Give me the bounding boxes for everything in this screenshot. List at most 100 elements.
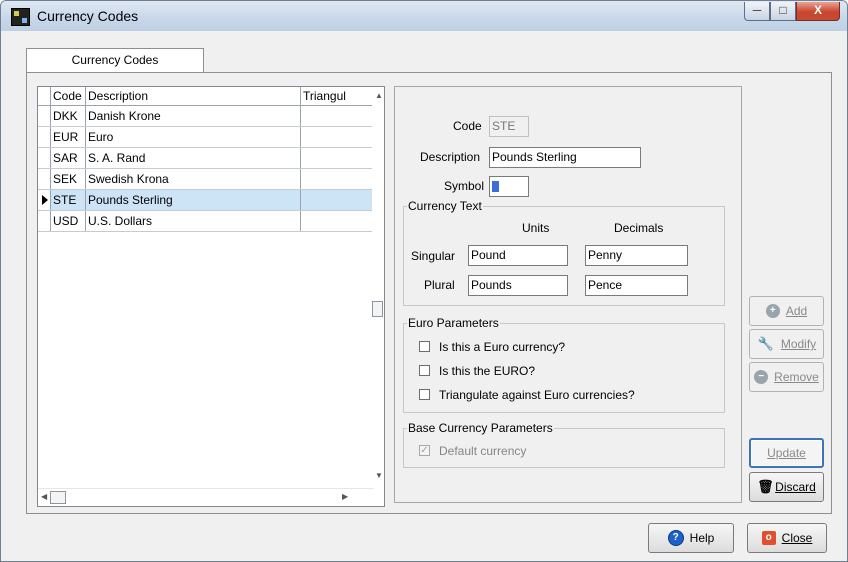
remove-button[interactable]: − Remove <box>749 362 824 392</box>
minus-circle-icon: − <box>754 369 769 384</box>
table-row[interactable]: USD U.S. Dollars <box>38 211 374 232</box>
close-button-label: Close <box>781 531 813 545</box>
triangulate-column-label: Triangul <box>303 89 346 103</box>
description-cell[interactable]: S. A. Rand <box>86 148 301 168</box>
checkbox-box-icon[interactable] <box>419 365 430 377</box>
description-cell[interactable]: Euro <box>86 127 301 147</box>
table-row[interactable]: SEK Swedish Krona <box>38 169 374 190</box>
plural-label: Plural <box>424 278 455 292</box>
tab-currency-codes[interactable]: Currency Codes <box>26 48 204 73</box>
power-close-icon: o <box>761 530 776 545</box>
scroll-right-arrow-icon[interactable]: ▶ <box>342 492 348 501</box>
checkbox-box-icon[interactable] <box>419 389 430 401</box>
symbol-selection <box>492 181 499 192</box>
vertical-scrollbar[interactable]: ▲ ▼ <box>372 87 384 489</box>
title-bar[interactable]: Currency Codes ─ □ X <box>1 1 847 31</box>
table-row-selected[interactable]: STE Pounds Sterling <box>38 190 374 211</box>
code-cell[interactable]: SEK <box>51 169 86 189</box>
symbol-field[interactable] <box>489 176 529 197</box>
modify-button-label: Modify <box>780 337 817 351</box>
code-label: Code <box>453 119 482 133</box>
row-indicator <box>38 127 51 147</box>
trash-icon: 🗑 <box>757 478 774 494</box>
code-cell[interactable]: USD <box>51 211 86 231</box>
help-button[interactable]: ? Help <box>648 523 734 553</box>
vertical-scroll-thumb[interactable] <box>372 301 383 317</box>
is-the-euro-checkbox[interactable]: Is this the EURO? <box>419 364 535 380</box>
triangulate-column-header[interactable]: Triangul <box>301 87 374 105</box>
description-field[interactable]: Pounds Sterling <box>489 147 641 168</box>
default-currency-checkbox: ✓ Default currency <box>419 444 526 460</box>
triangulate-cell[interactable] <box>301 106 374 126</box>
discard-button[interactable]: 🗑Discard <box>749 472 824 502</box>
current-row-arrow-icon <box>42 195 48 205</box>
scroll-down-arrow-icon[interactable]: ▼ <box>375 471 383 480</box>
currency-detail-panel: Code STE Description Pounds Sterling Sym… <box>394 86 742 503</box>
remove-button-label: Remove <box>774 370 819 384</box>
euro-parameters-group: Euro Parameters Is this a Euro currency?… <box>403 316 725 413</box>
triangulate-cell[interactable] <box>301 127 374 147</box>
plus-circle-icon: + <box>765 303 780 318</box>
update-button-label: Update <box>767 446 806 460</box>
code-cell[interactable]: EUR <box>51 127 86 147</box>
plural-units-field[interactable]: Pounds <box>468 275 568 296</box>
row-indicator <box>38 148 51 168</box>
description-label: Description <box>420 150 481 164</box>
checkbox-box-icon[interactable] <box>419 341 430 353</box>
description-cell[interactable]: Danish Krone <box>86 106 301 126</box>
code-cell[interactable]: STE <box>51 190 86 210</box>
minimize-button[interactable]: ─ <box>744 2 770 21</box>
triangulate-cell[interactable] <box>301 148 374 168</box>
triangulate-cell[interactable] <box>301 211 374 231</box>
window-content: Currency Codes Code Description Triangul… <box>9 33 839 553</box>
description-cell[interactable]: Swedish Krona <box>86 169 301 189</box>
code-column-header[interactable]: Code <box>51 87 86 105</box>
currency-text-group: Currency Text Units Decimals Singular Po… <box>403 199 725 306</box>
update-button[interactable]: Update <box>749 438 824 468</box>
row-indicator <box>38 190 51 210</box>
horizontal-scroll-thumb[interactable] <box>50 491 66 504</box>
grid-header: Code Description Triangul <box>38 87 374 106</box>
app-icon <box>11 8 30 26</box>
singular-decimals-field[interactable]: Penny <box>585 245 688 266</box>
modify-button[interactable]: 🔧 Modify <box>749 329 824 359</box>
maximize-button[interactable]: □ <box>770 2 796 21</box>
triangulate-cell[interactable] <box>301 169 374 189</box>
decimals-label: Decimals <box>614 221 664 235</box>
close-button[interactable]: o Close <box>747 523 827 553</box>
plural-decimals-field[interactable]: Pence <box>585 275 688 296</box>
description-column-header[interactable]: Description <box>86 87 301 105</box>
question-circle-icon: ? <box>667 529 684 546</box>
scroll-left-arrow-icon[interactable]: ◀ <box>41 492 47 501</box>
horizontal-scrollbar[interactable]: ◀ ▶ <box>38 488 374 506</box>
description-cell[interactable]: U.S. Dollars <box>86 211 301 231</box>
checkmark-icon: ✓ <box>419 445 430 457</box>
table-row[interactable]: EUR Euro <box>38 127 374 148</box>
row-indicator <box>38 169 51 189</box>
window-title: Currency Codes <box>37 8 139 24</box>
add-button[interactable]: + Add <box>749 296 824 326</box>
wrench-icon: 🔧 <box>757 335 774 351</box>
triangulate-label: Triangulate against Euro currencies? <box>439 388 635 402</box>
currency-grid[interactable]: Code Description Triangul DKK Danish Kro… <box>37 86 385 507</box>
table-row[interactable]: DKK Danish Krone <box>38 106 374 127</box>
euro-parameters-title: Euro Parameters <box>407 316 500 330</box>
is-euro-currency-label: Is this a Euro currency? <box>439 340 566 354</box>
triangulate-checkbox[interactable]: Triangulate against Euro currencies? <box>419 388 635 404</box>
currency-codes-window: Currency Codes ─ □ X Currency Codes Code… <box>0 0 848 562</box>
code-cell[interactable]: SAR <box>51 148 86 168</box>
tab-panel: Code Description Triangul DKK Danish Kro… <box>26 72 832 514</box>
units-label: Units <box>522 221 550 235</box>
singular-units-field[interactable]: Pound <box>468 245 568 266</box>
is-the-euro-label: Is this the EURO? <box>439 364 536 378</box>
is-euro-currency-checkbox[interactable]: Is this a Euro currency? <box>419 340 565 356</box>
symbol-label: Symbol <box>444 179 485 193</box>
code-cell[interactable]: DKK <box>51 106 86 126</box>
triangulate-cell[interactable] <box>301 190 374 210</box>
table-row[interactable]: SAR S. A. Rand <box>38 148 374 169</box>
default-currency-label: Default currency <box>439 444 527 458</box>
description-cell[interactable]: Pounds Sterling <box>86 190 301 210</box>
scroll-up-arrow-icon[interactable]: ▲ <box>375 91 383 100</box>
base-currency-group: Base Currency Parameters ✓ Default curren… <box>403 421 725 468</box>
close-window-button[interactable]: X <box>796 2 840 21</box>
